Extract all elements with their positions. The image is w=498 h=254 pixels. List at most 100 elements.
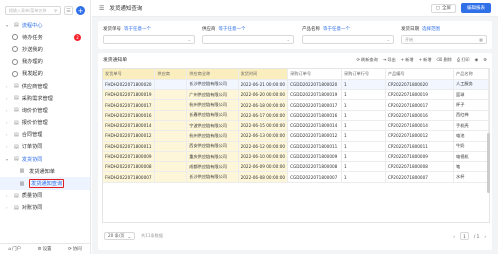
- filter-label: 产品名称: [302, 26, 320, 32]
- table-row[interactable]: FHDH2022071800012 杭州供应链有限公司 2022-06-13 00:…: [103, 130, 489, 142]
- refresh-icon: ⟳: [356, 57, 361, 62]
- filter-operator[interactable]: 等于任意一个: [124, 26, 151, 32]
- prev-page-icon[interactable]: ‹: [453, 234, 455, 239]
- column-header[interactable]: 供应商全称: [186, 69, 239, 80]
- collab-link[interactable]: ⟳ 协同: [68, 246, 82, 253]
- current-page-input[interactable]: 1: [459, 232, 469, 240]
- menu-toggle-icon[interactable]: ☰: [99, 5, 104, 12]
- collapse-icon[interactable]: ☰: [64, 6, 73, 15]
- sidebar-item[interactable]: 我办理的: [0, 56, 90, 68]
- sidebar-item[interactable]: ▾ ▤ 发货协同: [0, 153, 90, 165]
- table-row[interactable]: FHDH2022071800009 重庆供应链有限公司 2022-06-10 00:…: [103, 151, 489, 163]
- table-row[interactable]: FHDH2022071800017 杭州供应链有限公司 2022-06-18 00:…: [103, 99, 489, 111]
- table-cell: 2022-06-20 00:00:00: [238, 89, 289, 101]
- column-header[interactable]: 采购订单行号: [341, 69, 386, 80]
- table-cell: CP2022071800012: [385, 130, 455, 142]
- folder-icon: ▤: [14, 107, 19, 114]
- next-page-icon[interactable]: ›: [484, 234, 486, 239]
- sidebar-item-label: 质量协同: [21, 193, 43, 200]
- table-cell: CGDD2022071800012: [287, 130, 342, 142]
- chevron-right-icon: ›: [6, 193, 8, 199]
- page-size-select[interactable]: 20 条/页 ⌄: [104, 232, 135, 240]
- table-cell: FHDH2022071800009: [103, 151, 156, 163]
- settings-link[interactable]: ⚙ 设置: [38, 246, 52, 253]
- table-row[interactable]: FHDH2022071800019 广州供应链有限公司 2022-06-20 00:…: [103, 89, 489, 101]
- column-header[interactable]: 供应商: [154, 69, 188, 80]
- add-label-2: 新增: [423, 56, 432, 62]
- view-button[interactable]: ◉: [475, 57, 479, 62]
- table-row[interactable]: FHDH2022071800014 宁波供应链有限公司 2022-06-15 00:…: [103, 120, 489, 132]
- menu-search-input[interactable]: 搜输入表单/菜单名称 ⚲: [5, 6, 61, 15]
- fullscreen-label: 全屏: [442, 6, 451, 11]
- column-header[interactable]: 产品编号: [385, 69, 455, 80]
- vertical-scrollbar[interactable]: [487, 133, 490, 193]
- table-cell: 笔: [453, 161, 489, 173]
- sidebar-item[interactable]: 抄送我的: [0, 43, 90, 55]
- column-header[interactable]: 发货时间: [238, 69, 289, 80]
- sidebar-item[interactable]: › ▤ 对账协同: [0, 202, 90, 214]
- sidebar-item[interactable]: ▥ 发货通知单: [0, 165, 90, 177]
- table-row[interactable]: FHDH2022071800008 成都供应链有限公司 2022-06-09 00:…: [103, 161, 489, 173]
- sidebar-item-label: 流程中心: [21, 22, 43, 29]
- table-cell: 1: [341, 79, 386, 91]
- circle-icon: [12, 58, 18, 65]
- export-button[interactable]: ⇥ 导出: [383, 57, 396, 63]
- ship-date-picker[interactable]: 开始 ▦: [401, 35, 487, 44]
- sidebar-item[interactable]: › ▤ 供应商管理: [0, 80, 90, 92]
- fullscreen-button[interactable]: ▢ 全屏: [430, 3, 456, 13]
- table-row[interactable]: FHDH2022071800011 西安供应链有限公司 2022-06-12 00:…: [103, 141, 489, 152]
- table-cell: 电视机: [453, 151, 489, 163]
- filter-ship-date: 发货日期 选择范围 开始 ▦: [401, 25, 487, 44]
- sidebar-item[interactable]: › ▤ 采购需求管理: [0, 92, 90, 104]
- sidebar-item[interactable]: › ▤ 报价价管理: [0, 117, 90, 129]
- add-icon[interactable]: +: [76, 6, 85, 15]
- filter-operator[interactable]: 等于任意一个: [219, 26, 246, 32]
- delete-button[interactable]: ⌫ 删除: [437, 57, 452, 63]
- settings-button[interactable]: ⚙: [483, 57, 487, 62]
- printer-icon: ⎙: [456, 57, 461, 62]
- table-cell: 1: [341, 120, 386, 132]
- refresh-button[interactable]: ⟳ 刷新查询: [357, 57, 378, 63]
- column-header[interactable]: 采购订单号: [287, 69, 342, 80]
- sidebar-item[interactable]: ▾ ▤ 流程中心: [0, 19, 90, 31]
- document-icon: ▥: [19, 168, 25, 175]
- filter-operator[interactable]: 选择范围: [422, 26, 440, 32]
- ship-no-select[interactable]: ⌄: [103, 35, 195, 44]
- sidebar-item-label: 合同管理: [21, 132, 43, 139]
- sidebar-item[interactable]: › ▤ 订单协同: [0, 141, 90, 153]
- table-row[interactable]: FHDH2022071800016 长春供应链有限公司 2022-06-17 00:…: [103, 110, 489, 121]
- table-row[interactable]: FHDH2022071800020 长沙供应链有限公司 2022-06-21 00:…: [103, 79, 489, 91]
- print-button[interactable]: ⎙ 打印: [457, 57, 470, 63]
- table-cell: 杯子: [453, 99, 489, 111]
- main-area: ☰ 发货通知查询 ▢ 全屏 编辑报表 发货单号 等于任意一个 ⌄ 供应商 等于任意一个…: [92, 0, 498, 254]
- folder-icon: ▤: [14, 83, 19, 90]
- sidebar-item[interactable]: 我发起的: [0, 68, 90, 80]
- table-row[interactable]: FHDH2022071800007 长沙供应链有限公司 2022-06-08 00:…: [103, 171, 489, 183]
- sidebar-item[interactable]: › ▤ 合同管理: [0, 129, 90, 141]
- add-button-2[interactable]: + 新增: [419, 57, 432, 63]
- table-cell: 牛奶: [453, 141, 489, 152]
- sidebar-footer: ⌂ 门户 ⚙ 设置 ⟳ 协同: [0, 243, 90, 254]
- portal-link[interactable]: ⌂ 门户: [8, 246, 21, 253]
- table-cell: CP2022071800008: [385, 161, 455, 173]
- document-icon: ▥: [19, 180, 25, 187]
- edit-report-button[interactable]: 编辑报表: [461, 3, 491, 13]
- sidebar-item[interactable]: › ▤ 质量协同: [0, 190, 90, 202]
- filter-operator[interactable]: 等于任意一个: [323, 26, 350, 32]
- column-header[interactable]: 产品名称: [453, 69, 489, 80]
- eye-icon: ◉: [474, 57, 479, 62]
- supplier-select[interactable]: ⌄: [202, 35, 294, 44]
- add-button[interactable]: + 新增: [401, 57, 414, 63]
- sidebar-item[interactable]: ▥ 发货通知查询: [0, 177, 90, 190]
- circle-icon: [12, 70, 18, 77]
- sidebar-item[interactable]: › ▤ 询价价管理: [0, 104, 90, 116]
- product-select[interactable]: ⌄: [302, 35, 394, 44]
- delete-label: 删除: [443, 56, 452, 62]
- table-cell: FHDH2022071800007: [103, 171, 156, 183]
- column-header[interactable]: 发货单号: [103, 69, 156, 80]
- table-cell: 重庆供应链有限公司: [186, 151, 239, 163]
- sidebar-item[interactable]: 待办任务 2: [0, 31, 90, 43]
- table-cell: 长春供应链有限公司: [186, 110, 239, 121]
- export-icon: ⇥: [382, 57, 387, 62]
- table-cell: 1: [341, 161, 386, 173]
